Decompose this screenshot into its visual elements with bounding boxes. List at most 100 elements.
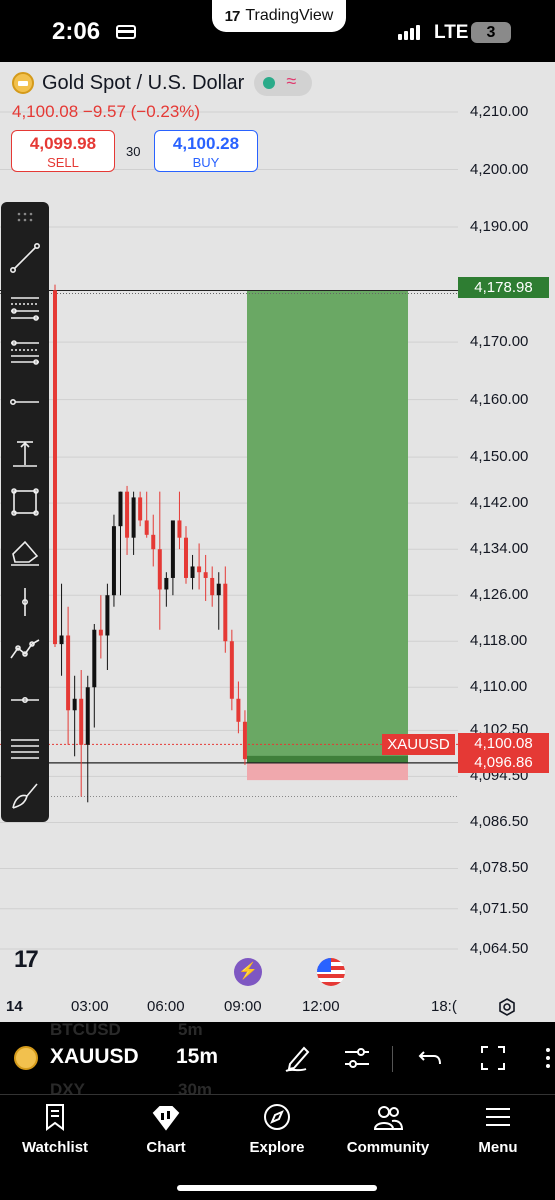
fib-retracement-icon[interactable] [5,287,45,327]
candle-body [53,290,57,645]
hamburger-icon [486,1108,510,1126]
candle-body [111,526,116,596]
time-label: 03:00 [71,998,109,1015]
people-icon [373,1106,404,1130]
parallel-channel-icon[interactable] [5,728,45,768]
candle-body [98,629,103,636]
drag-handle-icon[interactable] [5,206,45,228]
candle-body [85,687,90,745]
candle-body [151,534,156,550]
candle-body [197,566,202,573]
last-price-tag: 4,100.08 [458,733,549,754]
candle-body [170,520,175,578]
vertical-measure-icon[interactable] [5,434,45,474]
nav-label: Community [346,1139,430,1156]
pen-icon[interactable] [5,776,45,816]
price-change: 4,100.08 −9.57 (−0.23%) [12,102,201,121]
trend-line-icon[interactable] [5,238,45,278]
nav-menu[interactable]: Menu [448,1101,548,1156]
price-axis-label: 4,210.00 [470,103,529,120]
market-status[interactable]: ≈ [254,70,313,96]
data-wave-icon: ≈ [286,71,297,91]
status-time: 2:06 [52,18,101,45]
indicators-settings-icon[interactable] [341,1042,373,1074]
target-zone [247,290,408,763]
chart-pane[interactable]: Gold Spot / U.S. Dollar ≈ 4,100.08 −9.57… [0,62,555,1022]
compass-icon [264,1104,290,1130]
price-axis-label: 4,078.50 [470,859,529,877]
gold-coin-icon [12,72,34,94]
candle-body [72,698,77,711]
price-axis-label: 4,200.00 [470,160,529,178]
axis-settings-icon[interactable] [497,997,517,1017]
nav-label: Explore [249,1139,305,1156]
symbol-header[interactable]: Gold Spot / U.S. Dollar ≈ [12,70,313,96]
time-label: 12:00 [302,998,340,1015]
battery-icon: 3 [471,22,511,43]
sell-price: 4,099.98 [29,134,97,153]
rectangle-icon[interactable] [5,482,45,522]
fullscreen-icon[interactable] [477,1042,509,1074]
candle-body [236,698,241,722]
ghost-symbol: BTCUSD [50,1020,121,1039]
candle-body [66,635,71,711]
entry-band [247,755,408,763]
chart-candles-icon [152,1106,180,1131]
symbol-selector[interactable]: XAUUSD [50,1045,139,1069]
candle-body [242,721,247,760]
ghost-timeframe: 5m [178,1020,203,1039]
market-open-icon [263,77,276,89]
more-menu-icon[interactable] [540,1042,552,1074]
price-axis-label: 4,170.00 [470,333,529,351]
candle-body [144,520,149,535]
buy-button[interactable]: 4,100.28 BUY [154,130,258,172]
candle-body [184,537,188,578]
price-line-icon[interactable] [5,680,45,720]
horizontal-ray-icon[interactable] [5,382,45,422]
price-axis-label: 4,142.00 [470,494,529,512]
nav-community[interactable]: Community [338,1101,438,1156]
price-axis-label: 4,118.00 [470,632,528,650]
candle-body [203,572,208,578]
buy-label: BUY [192,155,220,170]
candle-body [216,583,221,596]
nav-explore[interactable]: Explore [227,1101,327,1156]
home-indicator[interactable] [177,1185,377,1191]
price-axis-label: 4,110.00 [470,678,528,696]
nav-watchlist[interactable]: Watchlist [5,1101,105,1156]
time-axis[interactable]: 14 03:00 06:00 09:00 12:00 18:( [0,992,555,1022]
nav-chart[interactable]: Chart [116,1101,216,1156]
sell-button[interactable]: 4,099.98 SELL [11,130,115,172]
candle-body [118,491,123,527]
buy-price: 4,100.28 [172,134,240,153]
tradingview-pill[interactable]: 17 TradingView [212,0,346,32]
drawing-toolbar[interactable] [1,202,49,822]
sell-label: SELL [47,155,79,170]
candle-body [223,583,228,642]
target-price-tag: 4,178.98 [458,277,549,298]
brush-icon[interactable] [5,532,45,572]
lightning-icon[interactable]: ⚡ [234,958,262,986]
undo-icon[interactable] [414,1042,446,1074]
toolbar-divider [392,1046,393,1072]
vertical-line-icon[interactable] [5,582,45,622]
bookmark-icon [46,1104,64,1131]
entry-price-tag: 4,096.86 [458,752,549,773]
network-type: LTE [434,22,469,43]
symbol-tag: XAUUSD [382,734,455,755]
us-flag-icon[interactable] [317,958,345,986]
time-label: 09:00 [224,998,262,1015]
fib-extension-icon[interactable] [5,332,45,372]
nav-label: Menu [478,1139,518,1156]
time-label: 18:( [431,998,457,1015]
symbol-bar[interactable]: BTCUSD 5m DXY 30m XAUUSD 15m [0,1020,555,1099]
patterns-icon[interactable] [5,630,45,670]
drawing-pen-icon[interactable] [282,1042,314,1074]
candle-body [210,577,215,596]
timeframe-selector[interactable]: 15m [176,1045,218,1069]
candle-body [190,566,195,578]
price-axis-label: 4,190.00 [470,218,529,236]
candle-body [138,497,143,521]
tradingview-logo-icon: 17 [224,7,241,25]
candle-body [125,491,130,538]
